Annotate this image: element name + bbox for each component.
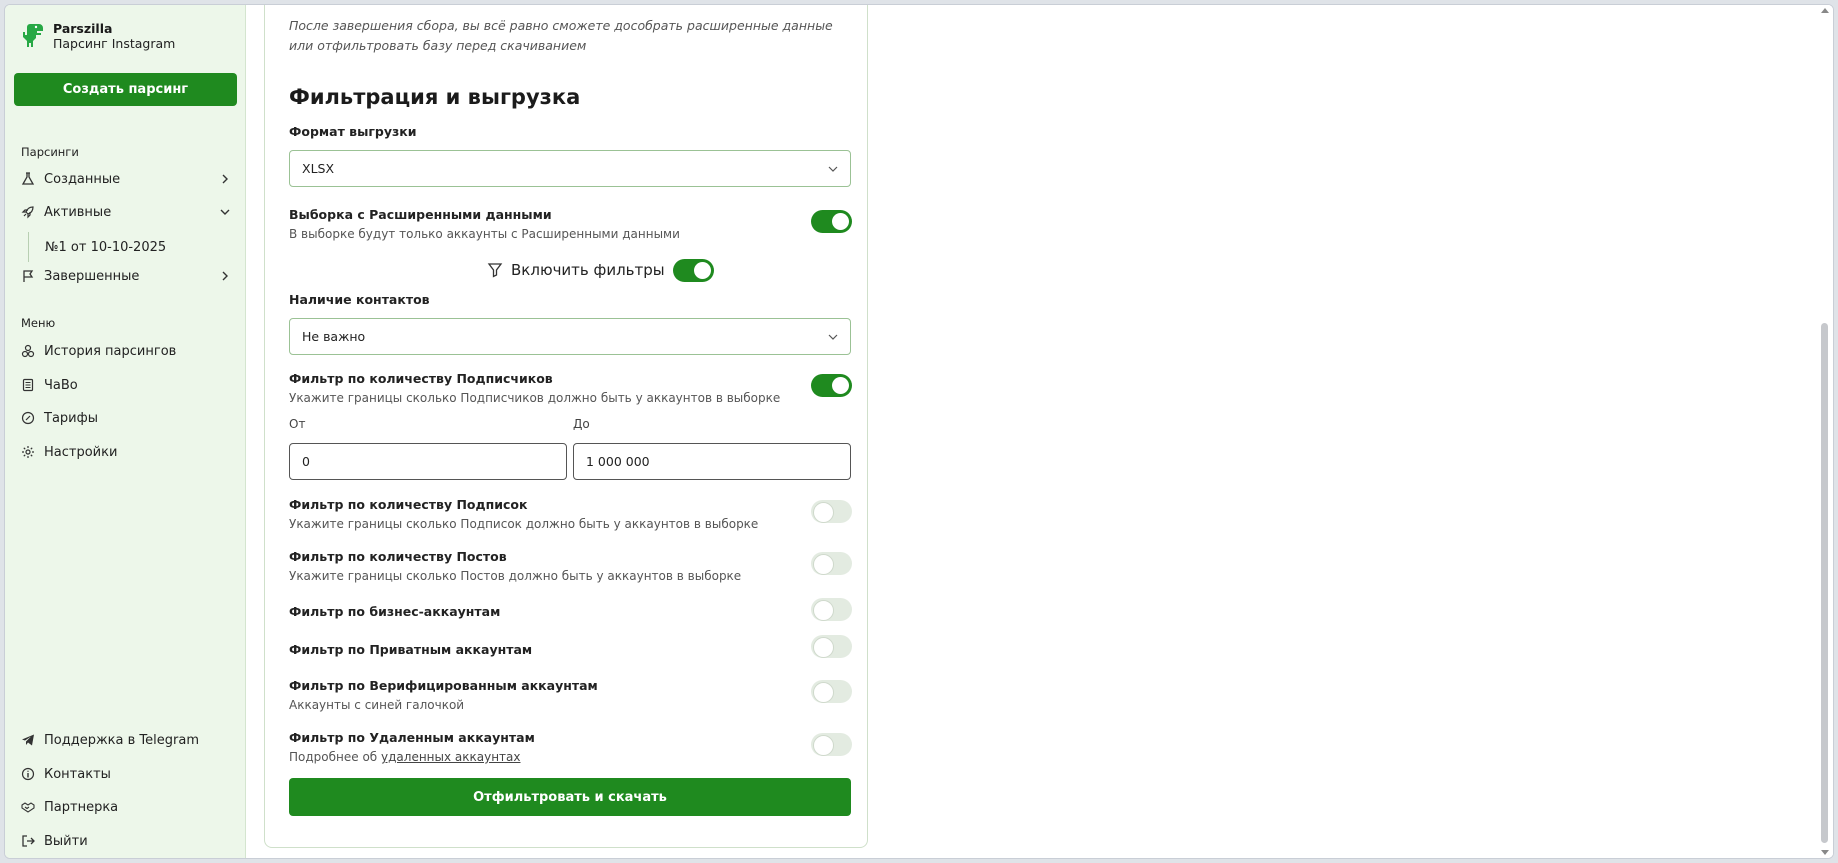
followers-to-label: До bbox=[573, 417, 590, 431]
logo-name: Parszilla bbox=[53, 21, 113, 36]
posts-label: Фильтр по количеству Постов bbox=[289, 549, 507, 564]
logout-icon bbox=[21, 834, 35, 848]
extended-toggle[interactable] bbox=[811, 210, 852, 233]
sidebar-item-label: История парсингов bbox=[44, 343, 177, 359]
followers-to-input[interactable]: 1 000 000 bbox=[573, 443, 851, 480]
collection-note: После завершения сбора, вы всё равно смо… bbox=[289, 18, 833, 53]
section-label-menu: Меню bbox=[21, 316, 56, 330]
dino-logo-icon bbox=[23, 24, 43, 47]
sidebar-item-label: Поддержка в Telegram bbox=[44, 732, 199, 748]
posts-toggle[interactable] bbox=[811, 552, 852, 575]
sidebar-item-faq[interactable]: ЧаВо bbox=[21, 373, 231, 397]
logo[interactable]: Parszilla Парсинг Instagram bbox=[21, 21, 175, 51]
format-select-value: XLSX bbox=[302, 161, 335, 176]
chevron-down-icon bbox=[828, 334, 838, 340]
history-icon bbox=[21, 344, 35, 358]
sidebar-item-logout[interactable]: Выйти bbox=[21, 829, 231, 853]
enable-filters-toggle[interactable] bbox=[672, 258, 714, 282]
sidebar-item-contacts[interactable]: Контакты bbox=[21, 762, 231, 786]
sidebar-item-label: Настройки bbox=[44, 444, 118, 460]
followers-toggle[interactable] bbox=[811, 374, 852, 397]
verified-desc: Аккаунты с синей галочкой bbox=[289, 698, 465, 712]
followers-from-label: От bbox=[289, 417, 306, 431]
chevron-down-icon bbox=[220, 209, 230, 215]
handshake-icon bbox=[21, 800, 35, 814]
chevron-right-icon bbox=[222, 174, 228, 184]
gear-icon bbox=[21, 445, 35, 459]
sidebar-item-label: Выйти bbox=[44, 833, 88, 849]
sidebar-item-label: Активные bbox=[44, 204, 112, 220]
scroll-up-icon[interactable] bbox=[1821, 8, 1829, 13]
app-window: Parszilla Парсинг Instagram Создать парс… bbox=[4, 4, 1834, 859]
enable-filters-label: Включить фильтры bbox=[511, 261, 665, 279]
scrollbar[interactable] bbox=[1817, 5, 1833, 858]
flask-icon bbox=[21, 172, 35, 186]
sidebar-item-history[interactable]: История парсингов bbox=[21, 339, 231, 363]
posts-desc: Укажите границы сколько Постов должно бы… bbox=[289, 569, 742, 583]
sidebar-item-created[interactable]: Созданные bbox=[21, 167, 231, 191]
followers-label: Фильтр по количеству Подписчиков bbox=[289, 371, 553, 386]
contacts-label: Наличие контактов bbox=[289, 292, 430, 307]
scrollbar-thumb[interactable] bbox=[1821, 323, 1828, 843]
sidebar-item-finished[interactable]: Завершенные bbox=[21, 264, 231, 288]
followers-from-input[interactable]: 0 bbox=[289, 443, 567, 480]
deleted-label: Фильтр по Удаленным аккаунтам bbox=[289, 730, 535, 745]
format-label: Формат выгрузки bbox=[289, 124, 417, 139]
chevron-right-icon bbox=[222, 271, 228, 281]
sidebar-item-partner[interactable]: Партнерка bbox=[21, 795, 231, 819]
following-desc: Укажите границы сколько Подписок должно … bbox=[289, 517, 759, 531]
contacts-select[interactable]: Не важно bbox=[289, 318, 851, 355]
section-label-parsings: Парсинги bbox=[21, 145, 79, 159]
main-content: После завершения сбора, вы всё равно смо… bbox=[246, 5, 1833, 858]
business-toggle[interactable] bbox=[811, 598, 852, 621]
sidebar-item-tariffs[interactable]: Тарифы bbox=[21, 406, 231, 430]
logo-subtitle: Парсинг Instagram bbox=[53, 36, 176, 51]
deleted-desc: Подробнее об удаленных аккаунтах bbox=[289, 750, 521, 764]
followers-desc: Укажите границы сколько Подписчиков долж… bbox=[289, 391, 781, 405]
deleted-accounts-link[interactable]: удаленных аккаунтах bbox=[381, 750, 520, 764]
flag-icon bbox=[21, 269, 35, 283]
telegram-icon bbox=[21, 733, 35, 747]
sidebar-item-settings[interactable]: Настройки bbox=[21, 440, 231, 464]
filter-card: После завершения сбора, вы всё равно смо… bbox=[264, 5, 868, 848]
faq-icon bbox=[21, 378, 35, 392]
filter-and-download-button[interactable]: Отфильтровать и скачать bbox=[289, 778, 851, 816]
create-parsing-button[interactable]: Создать парсинг bbox=[14, 73, 237, 106]
sidebar-item-label: Созданные bbox=[44, 171, 121, 187]
sidebar-item-label: Контакты bbox=[44, 766, 111, 782]
filter-icon bbox=[487, 263, 503, 278]
private-toggle[interactable] bbox=[811, 635, 852, 658]
rocket-icon bbox=[21, 205, 35, 219]
sidebar: Parszilla Парсинг Instagram Создать парс… bbox=[5, 5, 246, 858]
business-label: Фильтр по бизнес-аккаунтам bbox=[289, 604, 501, 619]
private-label: Фильтр по Приватным аккаунтам bbox=[289, 642, 533, 657]
sidebar-subitem-active-parsing[interactable]: №1 от 10-10-2025 bbox=[28, 232, 166, 262]
deleted-desc-prefix: Подробнее об bbox=[289, 750, 382, 764]
deleted-toggle[interactable] bbox=[811, 733, 852, 756]
sidebar-item-label: Завершенные bbox=[44, 268, 140, 284]
chevron-down-icon bbox=[828, 166, 838, 172]
sidebar-item-label: ЧаВо bbox=[44, 377, 78, 393]
sidebar-item-label: Тарифы bbox=[44, 410, 98, 426]
section-heading: Фильтрация и выгрузка bbox=[289, 85, 581, 109]
following-toggle[interactable] bbox=[811, 500, 852, 523]
verified-toggle[interactable] bbox=[811, 680, 852, 703]
extended-label: Выборка с Расширенными данными bbox=[289, 207, 552, 222]
scroll-down-icon[interactable] bbox=[1821, 850, 1829, 855]
tariff-icon bbox=[21, 411, 35, 425]
sidebar-item-active[interactable]: Активные bbox=[21, 200, 231, 224]
info-icon bbox=[21, 767, 35, 781]
sidebar-item-telegram-support[interactable]: Поддержка в Telegram bbox=[21, 728, 231, 752]
format-select[interactable]: XLSX bbox=[289, 150, 851, 187]
extended-desc: В выборке будут только аккаунты с Расшир… bbox=[289, 227, 680, 241]
following-label: Фильтр по количеству Подписок bbox=[289, 497, 528, 512]
enable-filters-row: Включить фильтры bbox=[487, 258, 714, 282]
verified-label: Фильтр по Верифицированным аккаунтам bbox=[289, 678, 598, 693]
contacts-select-value: Не важно bbox=[302, 329, 366, 344]
sidebar-item-label: Партнерка bbox=[44, 799, 119, 815]
